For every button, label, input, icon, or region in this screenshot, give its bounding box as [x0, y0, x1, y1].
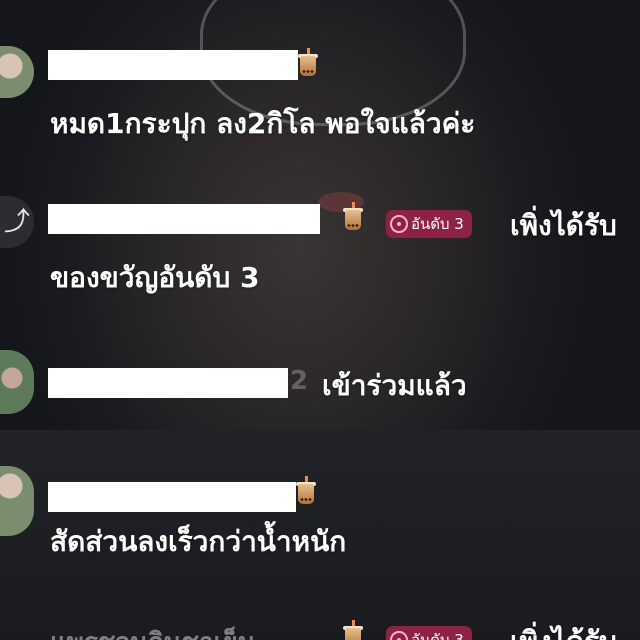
medal-icon	[390, 215, 408, 233]
avatar[interactable]	[0, 466, 34, 536]
rank-badge: อันดับ 3	[386, 210, 472, 238]
username-redacted	[48, 368, 288, 398]
avatar[interactable]	[0, 46, 34, 98]
username-fragment: 2	[290, 366, 309, 396]
comment-item[interactable]: แพรชวนกินชาเย็น อันดับ 3 เพิ่งได้รับ	[0, 614, 640, 640]
username-redacted	[48, 204, 320, 234]
comment-item[interactable]: ⤴ ยืน อันดับ 3 เพิ่งได้รับ ของขวัญอันดับ…	[0, 196, 640, 306]
comment-item[interactable]: หมด1กระปุก ลง2กิโล พอใจแล้วค่ะ	[0, 40, 640, 150]
comment-message: หมด1กระปุก ลง2กิโล พอใจแล้วค่ะ	[50, 107, 476, 140]
boba-tea-gift-icon	[296, 476, 316, 506]
comment-message: เข้าร่วมแล้ว	[322, 369, 467, 402]
boba-tea-gift-icon	[343, 620, 363, 640]
medal-icon	[390, 631, 408, 640]
comment-item[interactable]: 2 เข้าร่วมแล้ว	[0, 350, 640, 460]
rank-badge-label: อันดับ 3	[411, 215, 464, 233]
share-icon[interactable]: ⤴	[0, 196, 34, 248]
boba-tea-gift-icon	[343, 202, 363, 232]
username-redacted	[48, 482, 296, 512]
boba-tea-gift-icon	[298, 48, 318, 78]
avatar[interactable]	[0, 350, 34, 414]
rank-badge: อันดับ 3	[386, 626, 472, 640]
comment-message-line2: ของขวัญอันดับ 3	[50, 261, 260, 294]
username-redacted	[48, 50, 298, 80]
comment-message-line1: เพิ่งได้รับ	[510, 209, 617, 242]
username: แพรชวนกินชาเย็น	[50, 622, 256, 640]
comment-message: สัดส่วนลงเร็วกว่าน้ำหนัก	[50, 525, 347, 558]
comment-message: เพิ่งได้รับ	[510, 620, 617, 640]
comment-item[interactable]: สัดส่วนลงเร็วกว่าน้ำหนัก	[0, 462, 640, 572]
rank-badge-label: อันดับ 3	[411, 631, 464, 640]
